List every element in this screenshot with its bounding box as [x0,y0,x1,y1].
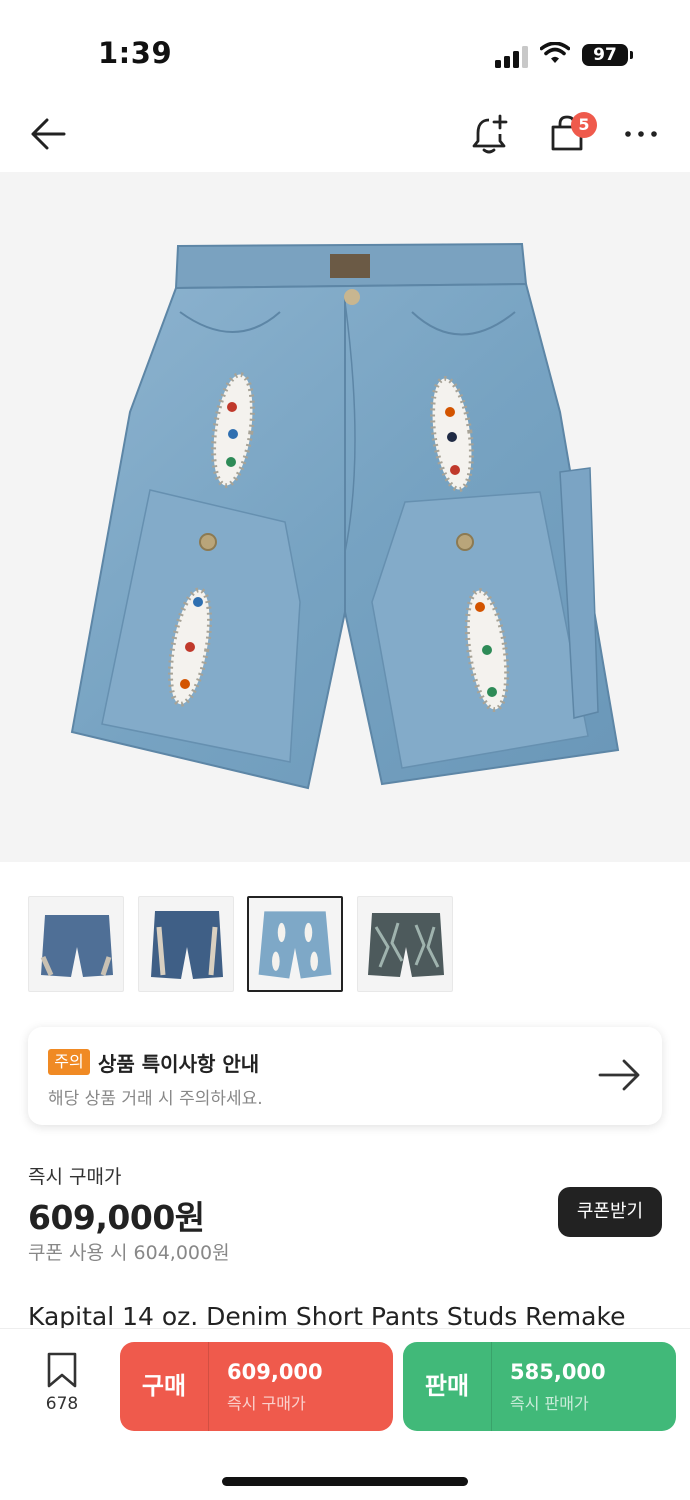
thumbnail-2[interactable] [138,896,234,992]
status-time: 1:39 [98,36,173,70]
buy-divider [208,1342,209,1431]
sell-sub-label: 즉시 판매가 [510,1394,589,1413]
sell-button[interactable]: 판매 585,000 즉시 판매가 [403,1342,676,1431]
notice-title: 상품 특이사항 안내 [98,1052,260,1076]
home-indicator[interactable] [222,1477,468,1486]
buy-button[interactable]: 구매 609,000 즉시 구매가 [120,1342,393,1431]
coupon-price: 쿠폰 사용 시 604,000원 [28,1242,230,1264]
product-image[interactable] [0,172,690,862]
buy-sub-label: 즉시 구매가 [227,1394,306,1413]
signal-icon [495,44,529,68]
sell-divider [491,1342,492,1431]
buy-price: 609,000 [227,1360,323,1384]
caution-badge: 주의 [48,1049,90,1075]
notice-subtitle: 해당 상품 거래 시 주의하세요. [48,1089,263,1109]
wishlist-count: 678 [45,1394,79,1414]
get-coupon-button[interactable]: 쿠폰받기 [558,1187,662,1237]
wifi-icon [540,42,570,63]
bell-plus-icon[interactable] [470,112,512,156]
product-notice-card[interactable]: 주의 상품 특이사항 안내 해당 상품 거래 시 주의하세요. [28,1027,662,1125]
bookmark-icon [47,1352,77,1388]
battery-indicator: 97 [582,44,628,66]
status-bar: 1:39 97 [0,0,690,100]
thumbnail-3[interactable] [247,896,343,992]
product-title: Kapital 14 oz. Denim Short Pants Studs R… [28,1302,626,1331]
instant-buy-label: 즉시 구매가 [28,1166,122,1188]
thumbnail-1[interactable] [28,896,124,992]
instant-buy-price: 609,000원 [28,1198,205,1237]
arrow-left-icon[interactable] [28,114,68,154]
battery-nub [630,51,633,59]
cart-badge: 5 [571,112,597,138]
sell-price: 585,000 [510,1360,606,1384]
arrow-right-icon [598,1059,640,1091]
thumbnail-4[interactable] [357,896,453,992]
more-horizontal-icon[interactable] [624,126,658,142]
sell-label: 판매 [424,1372,470,1400]
denim-shorts-illustration [70,242,620,790]
wishlist-button[interactable]: 678 [36,1352,88,1414]
buy-label: 구매 [141,1372,187,1400]
